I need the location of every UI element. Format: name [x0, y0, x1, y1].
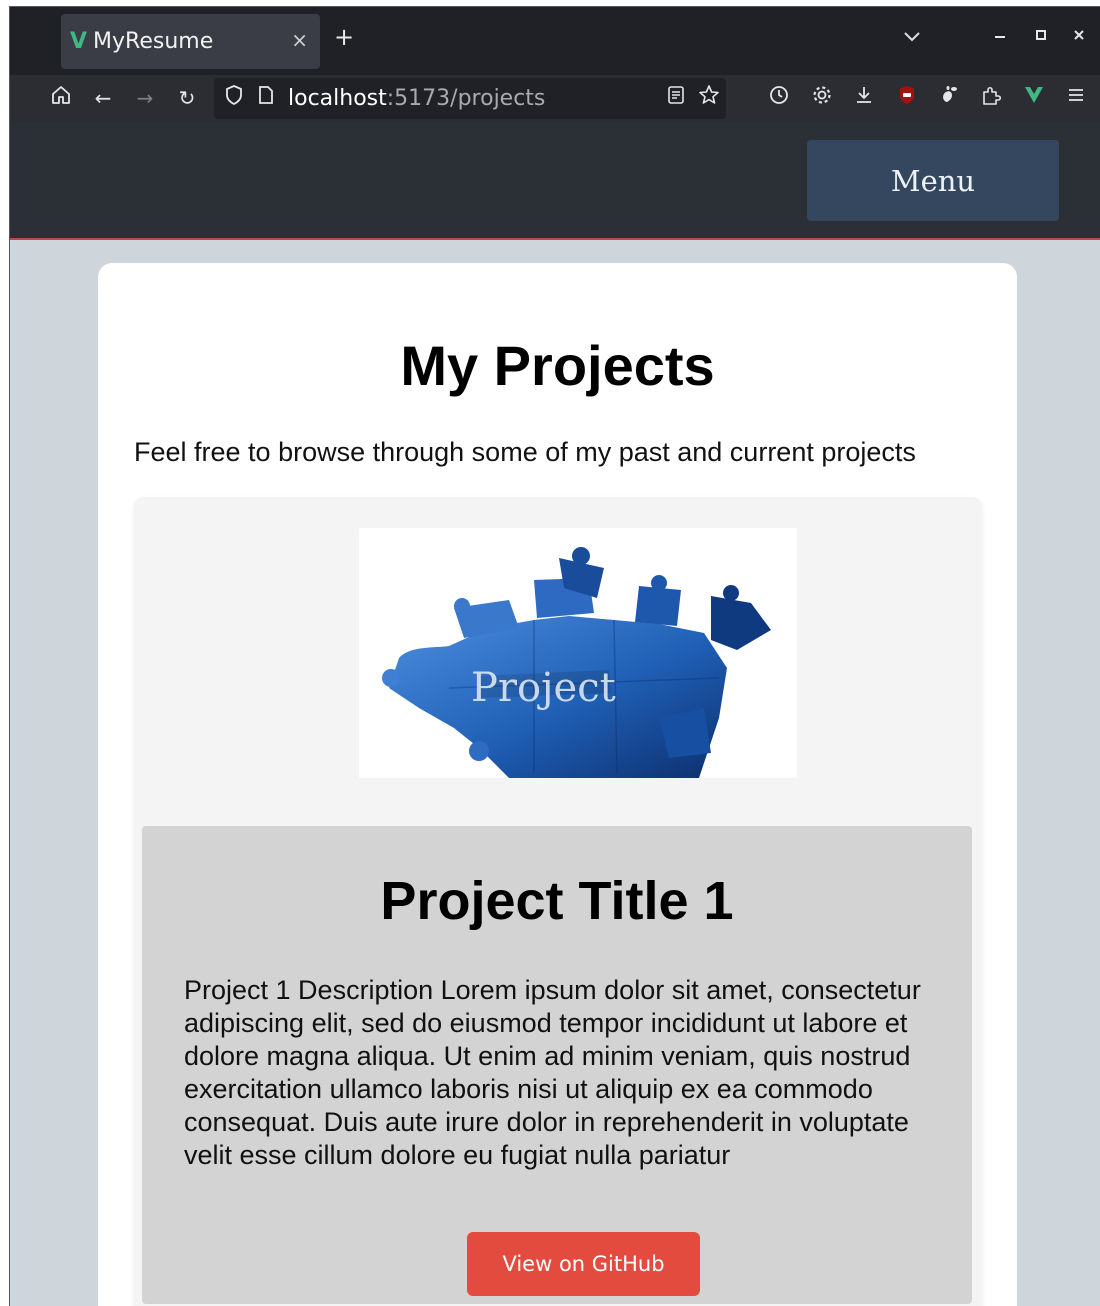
- project-title: Project Title 1: [380, 871, 734, 931]
- project-card: Project Project Title 1 Project 1 Descri…: [134, 497, 982, 1306]
- page-intro: Feel free to browse through some of my p…: [134, 437, 916, 467]
- hamburger-menu-icon[interactable]: [1062, 84, 1090, 112]
- url-text[interactable]: localhost:5173/projects: [288, 85, 545, 112]
- bookmark-star-icon[interactable]: [695, 84, 723, 113]
- project-info-panel: Project Title 1 Project 1 Description Lo…: [142, 826, 972, 1304]
- gnome-icon[interactable]: [935, 84, 963, 113]
- close-window-icon[interactable]: [1072, 28, 1086, 45]
- project-image-text: Project: [471, 665, 616, 711]
- page-info-icon[interactable]: [252, 84, 280, 112]
- reader-view-icon[interactable]: [662, 84, 690, 112]
- url-path: :5173/projects: [386, 86, 546, 111]
- ublock-icon[interactable]: [893, 84, 921, 113]
- navigation-bar: ← → ↻ localhost:5173/projects: [10, 75, 1100, 122]
- view-on-github-button[interactable]: View on GitHub: [467, 1232, 700, 1296]
- reload-icon[interactable]: ↻: [173, 84, 201, 112]
- menu-button[interactable]: Menu: [807, 140, 1059, 221]
- tab-title: MyResume: [93, 29, 214, 54]
- home-icon[interactable]: [47, 84, 75, 113]
- vue-favicon-icon: V: [70, 29, 88, 54]
- download-icon[interactable]: [850, 84, 878, 113]
- page-title: My Projects: [400, 334, 715, 397]
- shield-icon[interactable]: [220, 84, 248, 113]
- content-card: My Projects Feel free to browse through …: [98, 263, 1017, 1306]
- tab-close-icon[interactable]: ×: [291, 28, 308, 52]
- vue-devtools-icon[interactable]: [1020, 84, 1048, 113]
- url-host: localhost: [288, 86, 387, 111]
- extensions-icon[interactable]: [977, 84, 1005, 113]
- maximize-icon[interactable]: [1034, 28, 1048, 45]
- new-tab-icon[interactable]: +: [334, 25, 354, 49]
- project-description: Project 1 Description Lorem ipsum dolor …: [184, 975, 921, 1170]
- tab-strip: V MyResume × +: [10, 7, 1100, 75]
- history-icon[interactable]: [765, 84, 793, 113]
- tab-list-chevron-icon[interactable]: [903, 27, 921, 48]
- url-bar[interactable]: localhost:5173/projects: [214, 78, 726, 119]
- site-header: Menu: [10, 122, 1100, 240]
- browser-window: V MyResume × + ← → ↻ localhost:5173/proj…: [9, 6, 1100, 1306]
- minimize-icon[interactable]: [993, 25, 1007, 42]
- browser-tab[interactable]: V MyResume ×: [61, 14, 320, 69]
- project-image: Project: [359, 528, 797, 778]
- forward-icon[interactable]: →: [131, 84, 159, 112]
- settings-icon[interactable]: [808, 84, 836, 113]
- back-icon[interactable]: ←: [89, 84, 117, 112]
